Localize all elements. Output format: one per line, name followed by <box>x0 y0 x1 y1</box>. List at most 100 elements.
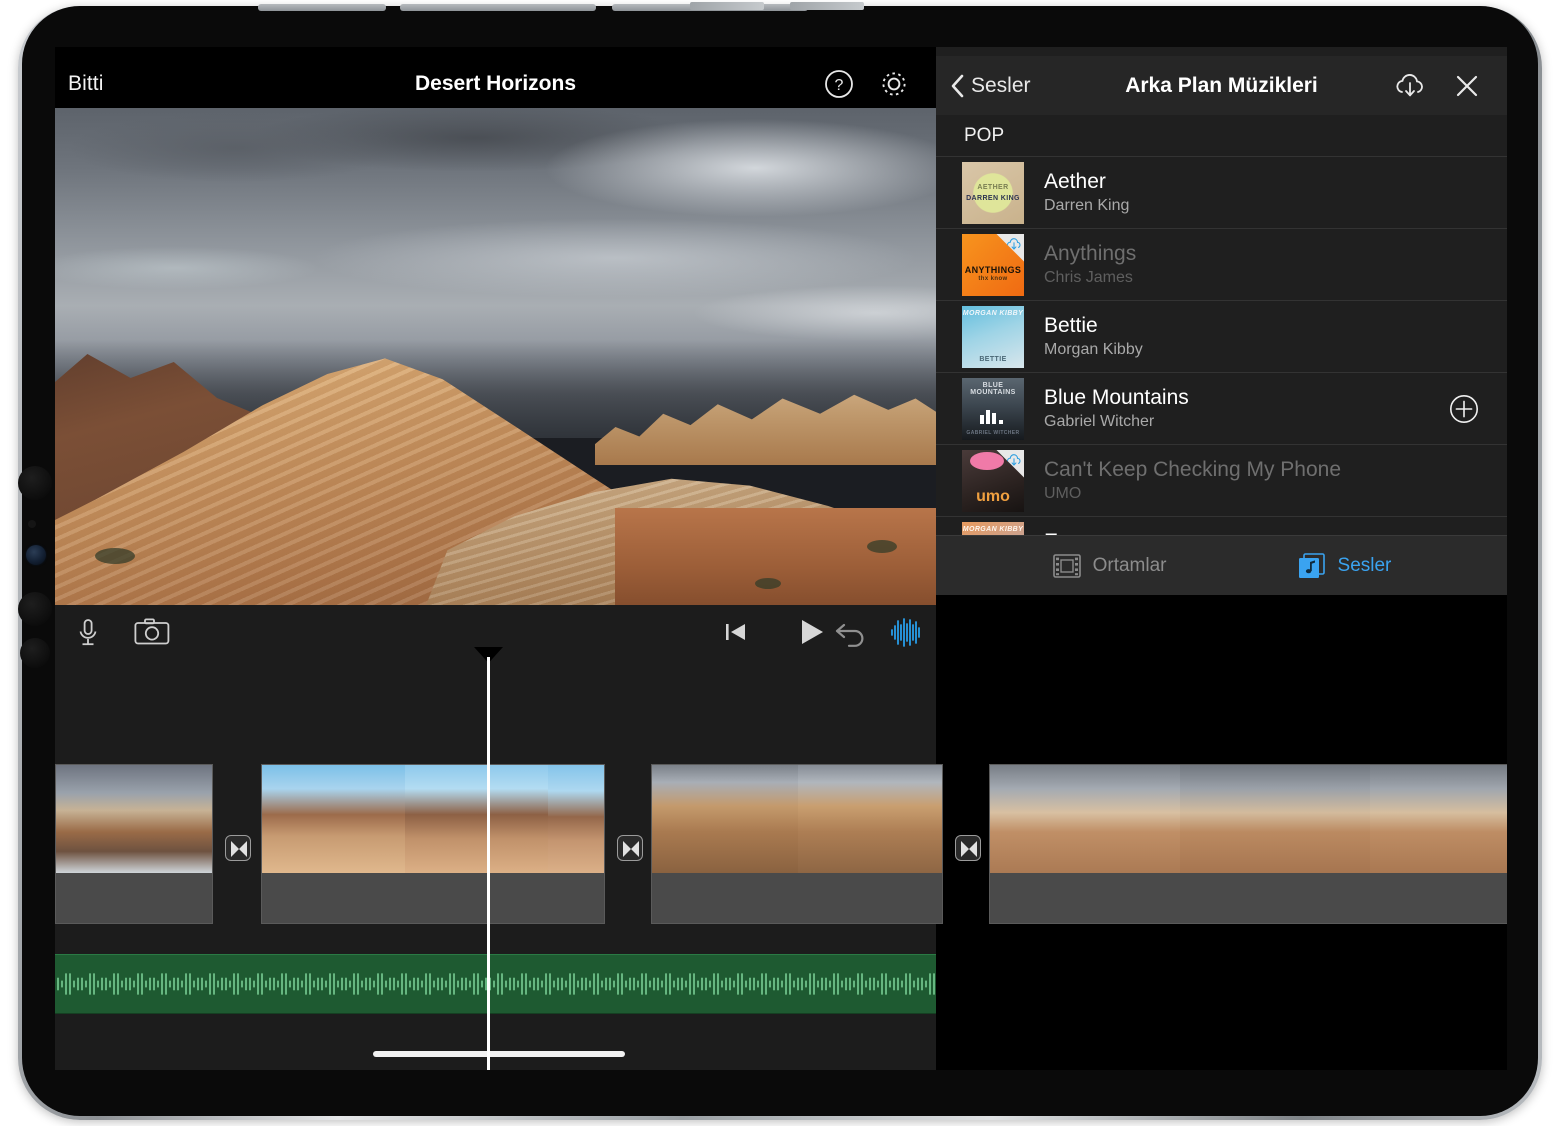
list-item[interactable]: AETHER DARREN KING Aether Darren King <box>936 157 1507 229</box>
song-title: Anythings <box>1044 241 1137 265</box>
album-art: MORGAN KIBBY BETTIE <box>962 305 1024 368</box>
speaker-hole-1 <box>18 466 52 500</box>
page-title: Desert Horizons <box>414 71 577 95</box>
editor-top-bar: Bitti Desert Horizons ? <box>55 56 936 111</box>
tab-media[interactable]: Ortamlar <box>1052 552 1167 580</box>
plus-circle-icon[interactable] <box>1449 394 1479 424</box>
clip-thumbnail <box>798 765 942 873</box>
volume-up-button[interactable] <box>690 2 764 10</box>
clip-audio-area <box>262 873 604 923</box>
undo-arrow-icon[interactable] <box>834 617 868 647</box>
song-list[interactable]: AETHER DARREN KING Aether Darren King AN… <box>936 157 1507 595</box>
audio-waveform-icon[interactable] <box>889 616 923 648</box>
album-art-title: AETHER <box>977 183 1009 191</box>
album-art: ANYTHINGS thx know <box>962 233 1024 296</box>
timeline-clip[interactable] <box>55 764 213 924</box>
album-art: umo <box>962 449 1024 512</box>
clip-thumbnail <box>262 765 405 873</box>
clip-thumbnail <box>1370 765 1507 873</box>
tab-audio[interactable]: Sesler <box>1297 552 1392 580</box>
transition-icon[interactable] <box>617 835 643 861</box>
list-item[interactable]: BLUE MOUNTAINS GABRIEL WITCHER Blue Moun… <box>936 373 1507 445</box>
volume-down-button[interactable] <box>790 2 864 10</box>
timeline-clip[interactable] <box>261 764 605 924</box>
song-title: Aether <box>1044 169 1106 193</box>
album-art-title: BLUE MOUNTAINS <box>970 381 1016 396</box>
album-art-title: MORGAN KIBBY <box>962 309 1024 317</box>
song-artist: Chris James <box>1044 269 1133 287</box>
cloud-download-icon <box>1006 453 1021 466</box>
clip-thumbnail <box>56 765 212 873</box>
list-item[interactable]: ANYTHINGS thx know Anythings Chris James <box>936 229 1507 301</box>
microphone-icon[interactable] <box>71 615 105 649</box>
list-item[interactable]: MORGAN KIBBY BETTIE Bettie Morgan Kibby <box>936 301 1507 373</box>
album-art-title: MORGAN KIBBY <box>962 525 1024 533</box>
tab-media-label: Ortamlar <box>1092 554 1167 576</box>
camera-icon[interactable] <box>133 617 171 647</box>
song-artist: Morgan Kibby <box>1044 341 1143 359</box>
skip-to-start-icon[interactable] <box>723 619 749 645</box>
album-art-subtitle: thx know <box>978 275 1008 282</box>
tab-audio-label: Sesler <box>1337 554 1392 576</box>
clip-thumbnail <box>405 765 548 873</box>
album-art: AETHER DARREN KING <box>962 161 1024 224</box>
clip-audio-area <box>990 873 1507 923</box>
album-art-subtitle: BETTIE <box>979 355 1007 363</box>
clip-thumbnails <box>262 765 604 873</box>
playhead[interactable] <box>487 657 490 1070</box>
imovie-editor-pane: Bitti Desert Horizons ? <box>55 47 1507 1070</box>
speaker-hole-2 <box>18 592 52 626</box>
song-meta: Aether Darren King <box>1044 170 1129 216</box>
song-artist: UMO <box>1044 485 1082 503</box>
clip-thumbnail <box>548 765 604 873</box>
list-item[interactable]: umo Can't Keep Checking My Phone UMO <box>936 445 1507 517</box>
screenshot-root: Bitti Desert Horizons ? Sesler Arka Plan… <box>0 0 1560 1126</box>
preview-scrub-3 <box>755 578 781 589</box>
song-meta: Anythings Chris James <box>1044 242 1136 288</box>
song-title: Blue Mountains <box>1044 385 1189 409</box>
section-header-label: POP <box>964 124 1005 146</box>
clip-audio-area <box>56 873 212 923</box>
song-artist: Gabriel Witcher <box>1044 413 1155 431</box>
gear-icon[interactable] <box>878 68 910 100</box>
background-music-track[interactable] <box>55 954 936 1014</box>
song-artist: Darren King <box>1044 197 1130 215</box>
preview-scrub-1 <box>95 548 135 564</box>
album-art-subtitle: DARREN KING <box>966 194 1020 202</box>
cloud-download-badge[interactable] <box>996 233 1024 262</box>
browser-header: Sesler Arka Plan Müzikleri <box>936 56 1507 115</box>
antenna-band-top-2 <box>400 4 596 11</box>
cloud-download-icon <box>1006 237 1021 250</box>
video-preview[interactable] <box>55 108 936 605</box>
timeline[interactable] <box>55 647 1507 1070</box>
section-header: POP <box>936 115 1507 157</box>
clip-thumbnail <box>990 765 1180 873</box>
film-strip-icon <box>1052 553 1081 578</box>
song-title: Bettie <box>1044 313 1098 337</box>
music-waveform <box>57 973 935 995</box>
front-camera-lens <box>26 545 46 565</box>
timeline-clip[interactable] <box>651 764 943 924</box>
clip-thumbnail <box>1180 765 1370 873</box>
clip-thumbnails <box>56 765 212 873</box>
audio-browser-panel: Sesler Arka Plan Müzikleri POP AETHER DA… <box>936 47 1507 595</box>
transition-icon[interactable] <box>225 835 251 861</box>
help-icon[interactable]: ? <box>824 69 854 99</box>
timeline-clip[interactable] <box>989 764 1507 924</box>
preview-desert-floor <box>615 508 936 605</box>
album-art-title: ANYTHINGS <box>964 264 1022 275</box>
svg-text:?: ? <box>835 77 844 94</box>
clip-thumbnail <box>652 765 798 873</box>
preview-scrub-2 <box>867 540 897 553</box>
microphone-hole <box>28 520 36 528</box>
home-indicator <box>373 1051 625 1057</box>
transition-icon[interactable] <box>955 835 981 861</box>
song-title: Can't Keep Checking My Phone <box>1044 457 1342 481</box>
bar-chart-glyph <box>980 409 1003 424</box>
song-meta: Can't Keep Checking My Phone UMO <box>1044 458 1341 504</box>
close-x-icon[interactable] <box>1455 74 1479 98</box>
cloud-download-icon[interactable] <box>1393 73 1427 99</box>
album-art-title: umo <box>976 487 1010 505</box>
play-icon[interactable] <box>797 617 827 647</box>
antenna-band-top-1 <box>258 4 386 11</box>
